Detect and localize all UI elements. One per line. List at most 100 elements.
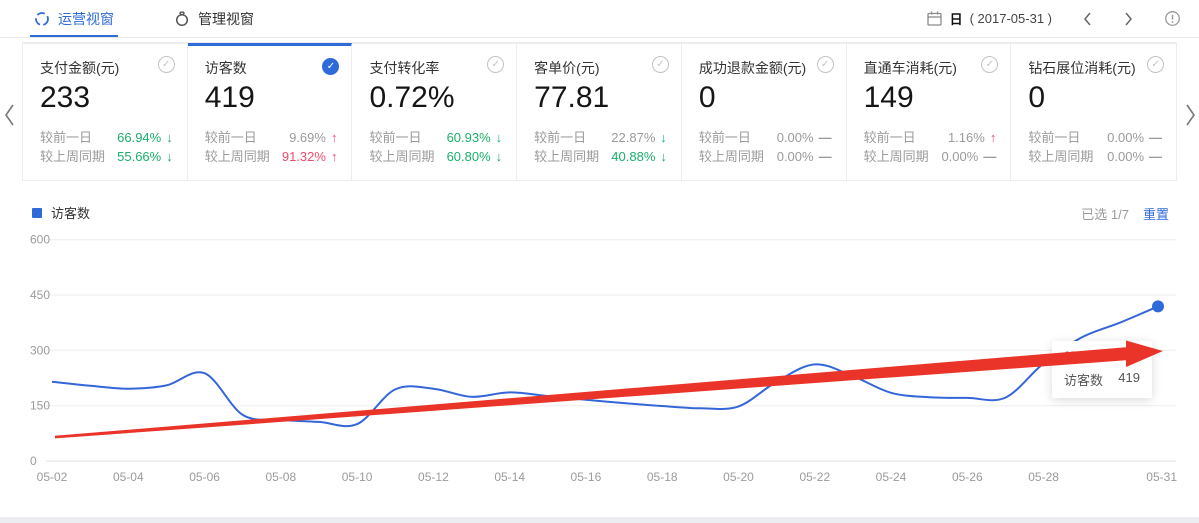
trend-arrow-icon: — (819, 147, 832, 166)
series-line (52, 306, 1158, 426)
x-tick-label: 05-26 (952, 470, 983, 484)
chevron-left-icon (3, 102, 16, 128)
tab-management-view[interactable]: 管理视窗 (170, 0, 258, 37)
nav-right-controls: 日 ( 2017-05-31 ) (926, 0, 1181, 37)
metric-card[interactable]: 访客数 419 较前一日 9.69%↑ 较上周同期 91.32%↑ (188, 43, 353, 180)
metric-title: 钻石展位消耗(元) (1028, 58, 1162, 78)
compare-row-prev-day: 较前一日 66.94%↓ (40, 128, 173, 147)
compare-row-prev-day: 较前一日 0.00%— (1028, 128, 1162, 147)
compare-row-prev-day: 较前一日 1.16%↑ (864, 128, 997, 147)
metric-card[interactable]: 支付转化率 0.72% 较前一日 60.93%↓ 较上周同期 60.80%↓ (352, 43, 517, 180)
trend-arrow-icon: — (1149, 128, 1162, 147)
metric-value: 0.72% (369, 80, 502, 116)
metric-card[interactable]: 直通车消耗(元) 149 较前一日 1.16%↑ 较上周同期 0.00%— (847, 43, 1012, 180)
view-tabs: 运营视窗 管理视窗 (30, 0, 310, 37)
check-icon[interactable] (817, 56, 834, 73)
check-icon[interactable] (1147, 56, 1164, 73)
info-button[interactable] (1164, 10, 1181, 27)
compare-row-prev-week: 较上周同期 0.00%— (699, 147, 832, 166)
chevron-right-icon (1184, 102, 1197, 128)
tooltip-date: 05-31 (1064, 349, 1140, 363)
x-tick-label: 05-14 (494, 470, 525, 484)
chevron-left-icon (1082, 11, 1093, 27)
metric-card[interactable]: 钻石展位消耗(元) 0 较前一日 0.00%— 较上周同期 0.00%— (1011, 43, 1176, 180)
trend-arrow-icon: ↑ (990, 128, 997, 147)
compare-row-prev-week: 较上周同期 60.80%↓ (369, 147, 502, 166)
metric-card[interactable]: 客单价(元) 77.81 较前一日 22.87%↓ 较上周同期 40.88%↓ (517, 43, 682, 180)
legend-swatch (32, 208, 42, 218)
trend-arrow-icon: ↓ (496, 147, 503, 166)
metric-value: 149 (864, 80, 997, 116)
check-icon[interactable] (652, 56, 669, 73)
trend-arrow-icon: ↓ (496, 128, 503, 147)
chart-legend[interactable]: 访客数 (32, 203, 90, 222)
x-tick-label: 05-31 (1146, 470, 1177, 484)
prev-date-button[interactable] (1082, 11, 1093, 27)
reset-link[interactable]: 重置 (1143, 204, 1169, 223)
y-tick-label: 450 (30, 288, 50, 302)
tab-operations-view[interactable]: 运营视窗 (30, 0, 118, 37)
metric-value: 419 (205, 80, 338, 116)
date-granularity: 日 (950, 9, 963, 28)
next-section-edge (0, 517, 1199, 523)
x-tick-label: 05-10 (342, 470, 373, 484)
x-tick-label: 05-06 (189, 470, 220, 484)
calendar-icon (926, 10, 943, 27)
compare-row-prev-week: 较上周同期 55.66%↓ (40, 147, 173, 166)
metric-cards-row: 支付金额(元) 233 较前一日 66.94%↓ 较上周同期 55.66%↓ 访… (22, 42, 1177, 181)
metric-card[interactable]: 支付金额(元) 233 较前一日 66.94%↓ 较上周同期 55.66%↓ (23, 43, 188, 180)
date-selector[interactable]: 日 ( 2017-05-31 ) (926, 9, 1052, 28)
date-value: ( 2017-05-31 ) (970, 11, 1052, 26)
x-tick-label: 05-08 (265, 470, 296, 484)
compare-row-prev-day: 较前一日 60.93%↓ (369, 128, 502, 147)
operations-view-icon (34, 11, 50, 27)
metric-title: 成功退款金额(元) (699, 58, 832, 78)
compare-row-prev-day: 较前一日 22.87%↓ (534, 128, 667, 147)
metric-title: 访客数 (205, 58, 338, 78)
next-date-button[interactable] (1123, 11, 1134, 27)
tab-label: 运营视窗 (58, 9, 114, 29)
y-tick-label: 150 (30, 399, 50, 413)
chevron-right-icon (1123, 11, 1134, 27)
dashboard-page: 运营视窗 管理视窗 日 ( 2017-05-31 ) (0, 0, 1199, 523)
tooltip-series-label: 访客数 (1064, 370, 1103, 389)
compare-row-prev-day: 较前一日 9.69%↑ (205, 128, 338, 147)
trend-arrow-icon: ↑ (331, 128, 338, 147)
trend-arrow-icon: ↓ (166, 147, 173, 166)
cards-scroll-right-button[interactable] (1182, 100, 1198, 130)
x-tick-label: 05-20 (723, 470, 754, 484)
trend-arrow-icon: — (1149, 147, 1162, 166)
top-nav: 运营视窗 管理视窗 日 ( 2017-05-31 ) (0, 0, 1199, 38)
x-tick-label: 05-02 (37, 470, 68, 484)
legend-label: 访客数 (51, 203, 90, 222)
check-icon[interactable] (158, 56, 175, 73)
last-point-dot (1152, 300, 1164, 312)
trend-arrow-icon: — (983, 147, 996, 166)
metric-value: 233 (40, 80, 173, 116)
tooltip-value: 419 (1118, 370, 1140, 389)
compare-row-prev-week: 较上周同期 0.00%— (864, 147, 997, 166)
x-tick-label: 05-18 (647, 470, 678, 484)
x-tick-label: 05-04 (113, 470, 144, 484)
trend-arrow-icon: ↑ (331, 147, 338, 166)
x-tick-label: 05-22 (799, 470, 830, 484)
metric-title: 支付转化率 (369, 58, 502, 78)
management-view-icon (174, 10, 190, 27)
y-tick-label: 300 (30, 343, 50, 357)
tab-label: 管理视窗 (198, 9, 254, 29)
metric-value: 77.81 (534, 80, 667, 116)
trend-arrow-icon: ↓ (660, 147, 667, 166)
metric-value: 0 (699, 80, 832, 116)
metric-value: 0 (1028, 80, 1162, 116)
compare-row-prev-week: 较上周同期 40.88%↓ (534, 147, 667, 166)
metric-title: 支付金额(元) (40, 58, 173, 78)
x-tick-label: 05-28 (1028, 470, 1059, 484)
y-tick-label: 0 (30, 454, 37, 468)
info-icon (1164, 10, 1181, 27)
compare-row-prev-week: 较上周同期 91.32%↑ (205, 147, 338, 166)
metric-card[interactable]: 成功退款金额(元) 0 较前一日 0.00%— 较上周同期 0.00%— (682, 43, 847, 180)
metric-title: 直通车消耗(元) (864, 58, 997, 78)
cards-scroll-left-button[interactable] (1, 100, 17, 130)
compare-row-prev-week: 较上周同期 0.00%— (1028, 147, 1162, 166)
chart-tooltip: 05-31 访客数 419 (1052, 341, 1152, 398)
